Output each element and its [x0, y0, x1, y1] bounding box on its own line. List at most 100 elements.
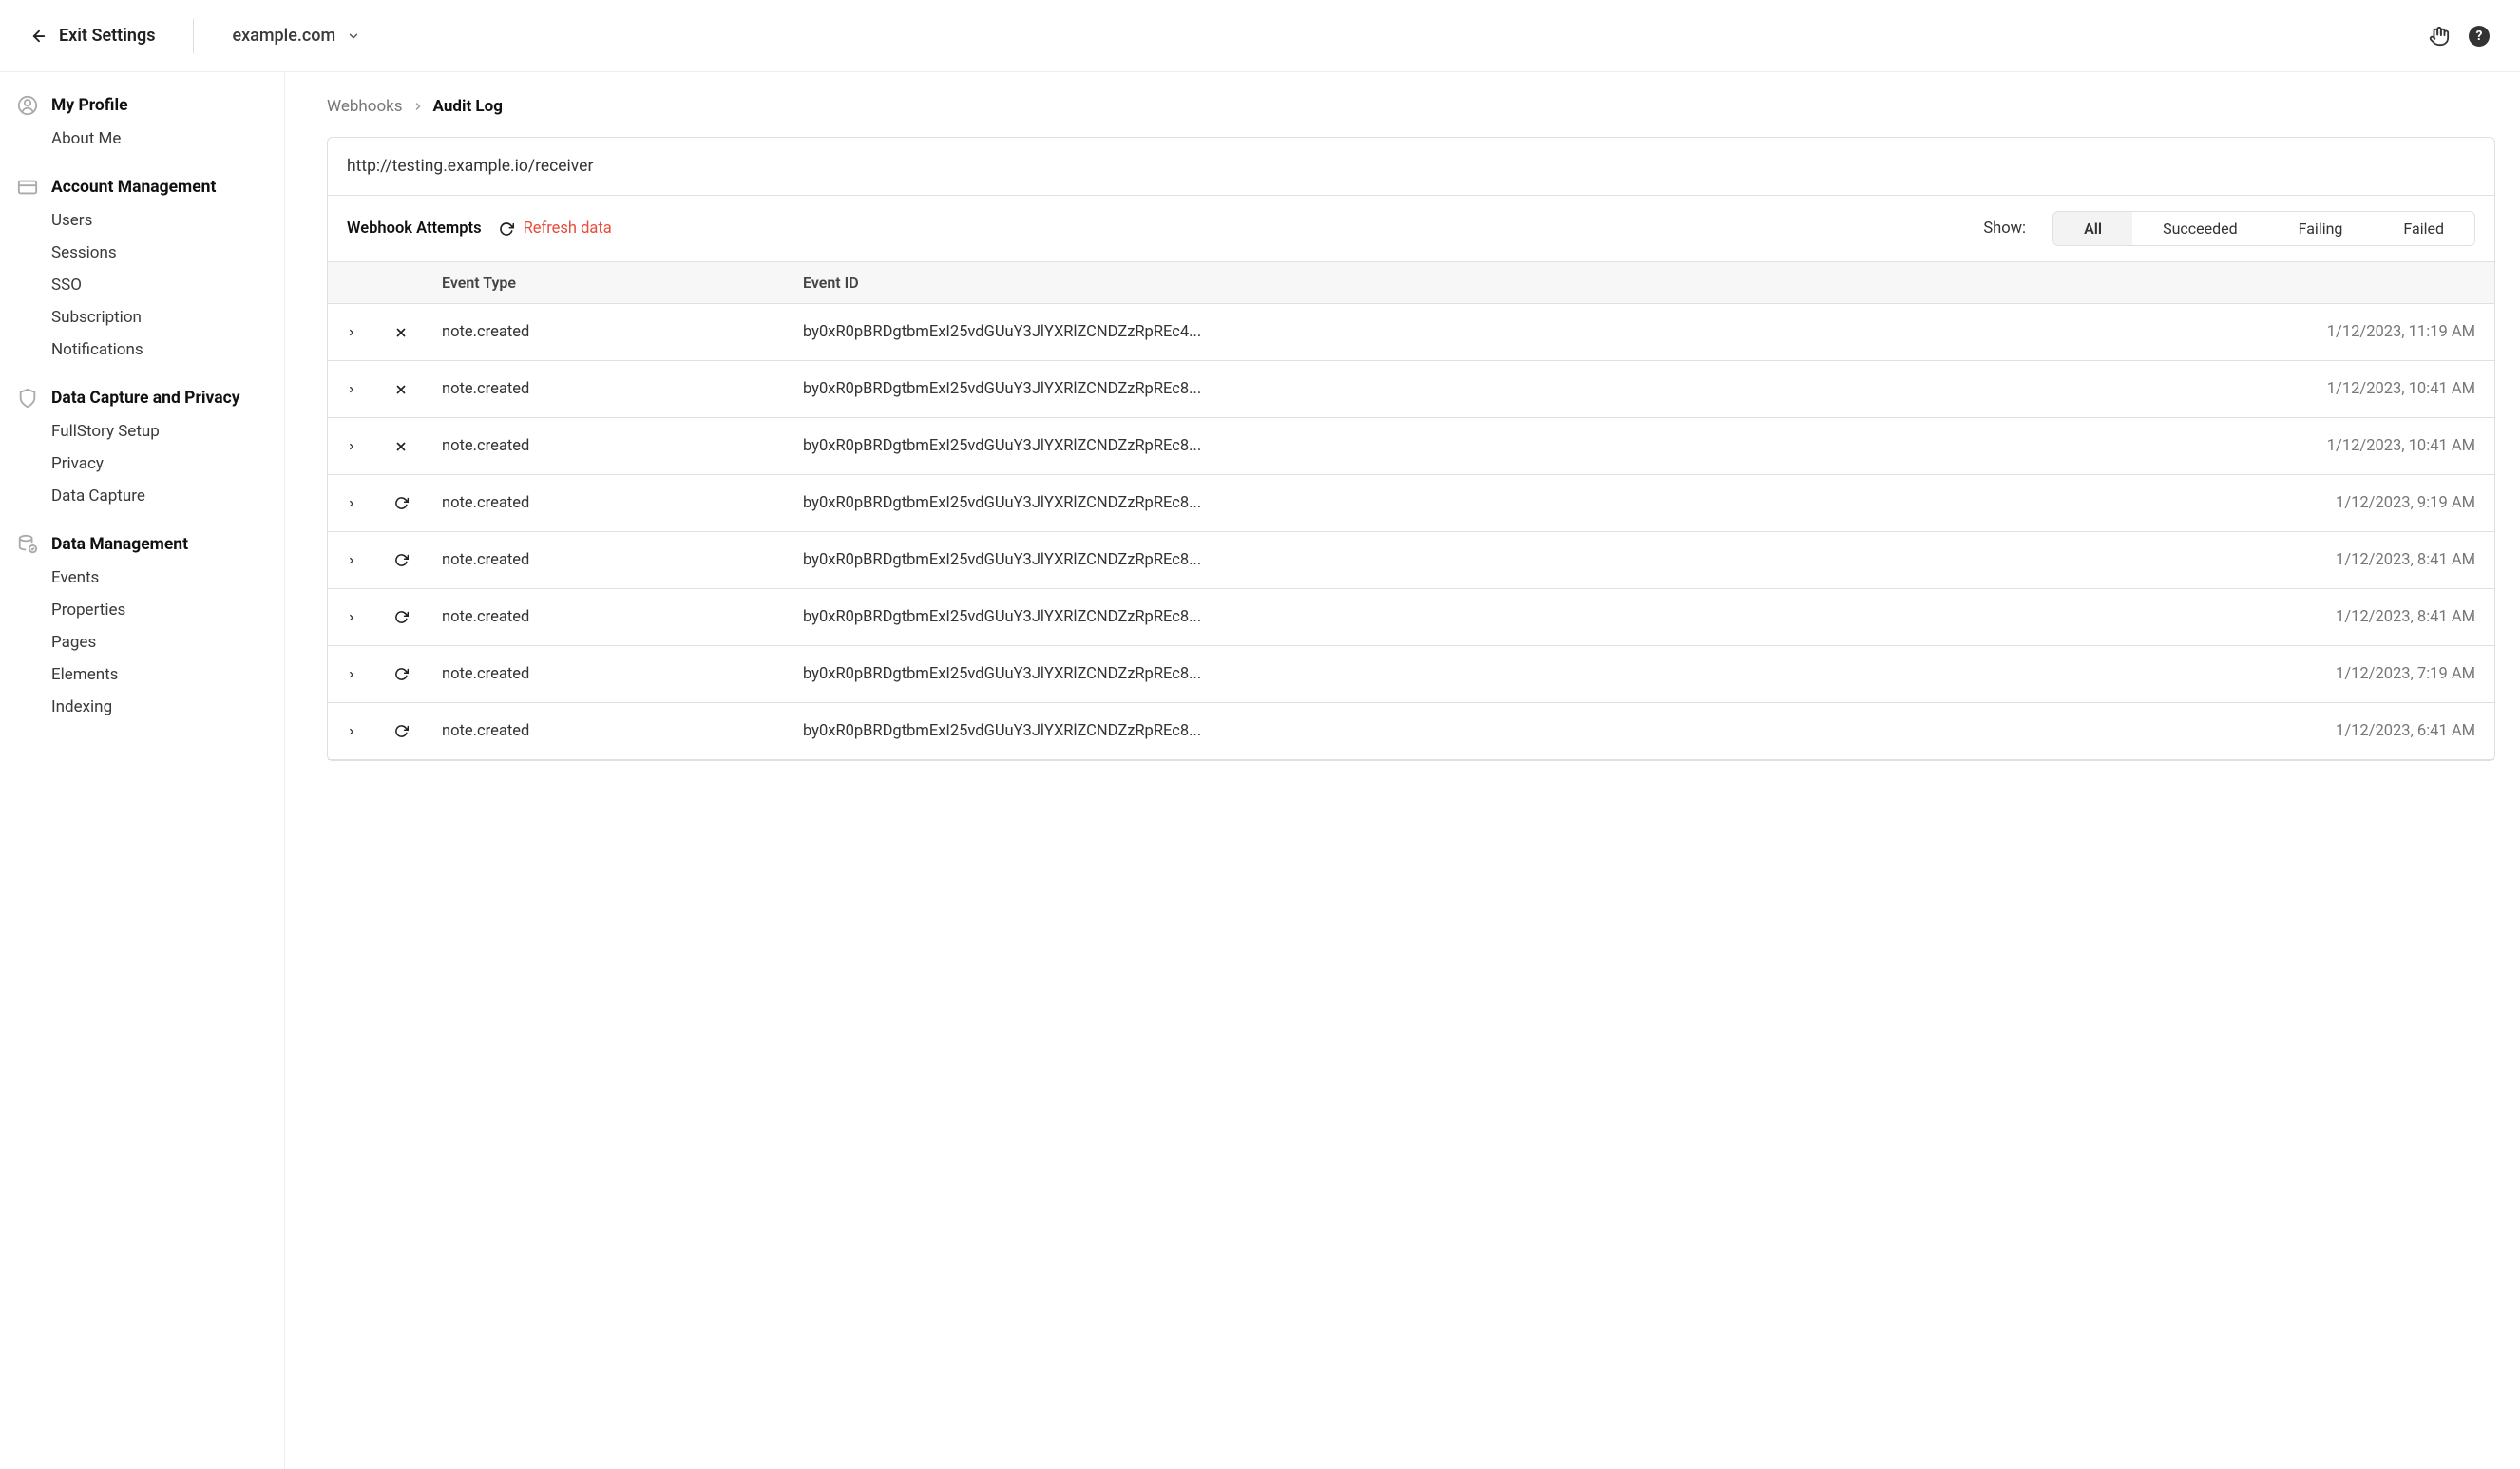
sidebar-item-notifications[interactable]: Notifications — [51, 340, 267, 359]
row-event-id: by0xR0pBRDgtbmExI25vdGUuY3JlYXRlZCNDZzRp… — [803, 665, 2266, 683]
refresh-label: Refresh data — [524, 219, 612, 238]
sidebar-item-properties[interactable]: Properties — [51, 601, 267, 620]
filter-succeeded[interactable]: Succeeded — [2132, 212, 2268, 245]
row-timestamp: 1/12/2023, 10:41 AM — [2266, 437, 2475, 455]
status-failed-icon — [394, 440, 442, 453]
domain-label: example.com — [232, 26, 335, 46]
row-event-id: by0xR0pBRDgtbmExI25vdGUuY3JlYXRlZCNDZzRp… — [803, 551, 2266, 569]
refresh-icon — [499, 221, 514, 237]
col-event-type: Event Type — [442, 274, 803, 292]
row-event-type: note.created — [442, 722, 803, 740]
expand-row-button[interactable] — [347, 613, 394, 622]
sidebar-item-sessions[interactable]: Sessions — [51, 243, 267, 262]
sidebar-item-subscription[interactable]: Subscription — [51, 308, 267, 327]
col-event-id: Event ID — [803, 274, 2266, 292]
separator — [193, 19, 194, 53]
user-icon — [17, 95, 38, 116]
sidebar-section-title: Data Management — [51, 535, 188, 554]
breadcrumb: Webhooks Audit Log — [327, 97, 2495, 116]
row-timestamp: 1/12/2023, 8:41 AM — [2266, 551, 2475, 569]
status-retry-icon — [394, 667, 442, 681]
table-row: note.createdby0xR0pBRDgtbmExI25vdGUuY3Jl… — [328, 646, 2494, 703]
breadcrumb-parent[interactable]: Webhooks — [327, 97, 403, 116]
expand-row-button[interactable] — [347, 556, 394, 565]
row-event-type: note.created — [442, 665, 803, 683]
sidebar-section-title: Account Management — [51, 178, 216, 197]
sidebar-item-elements[interactable]: Elements — [51, 665, 267, 684]
row-event-id: by0xR0pBRDgtbmExI25vdGUuY3JlYXRlZCNDZzRp… — [803, 608, 2266, 626]
expand-row-button[interactable] — [347, 442, 394, 451]
row-event-id: by0xR0pBRDgtbmExI25vdGUuY3JlYXRlZCNDZzRp… — [803, 380, 2266, 398]
table-header: Event Type Event ID — [328, 261, 2494, 304]
sidebar-section-header: Data Management — [17, 534, 267, 555]
table-row: note.createdby0xR0pBRDgtbmExI25vdGUuY3Jl… — [328, 418, 2494, 475]
card-icon — [17, 177, 38, 198]
sidebar-section-title: My Profile — [51, 96, 128, 115]
row-event-id: by0xR0pBRDgtbmExI25vdGUuY3JlYXRlZCNDZzRp… — [803, 437, 2266, 455]
attempts-label: Webhook Attempts — [347, 219, 482, 238]
table-row: note.createdby0xR0pBRDgtbmExI25vdGUuY3Jl… — [328, 475, 2494, 532]
expand-row-button[interactable] — [347, 670, 394, 679]
sidebar-item-sso[interactable]: SSO — [51, 276, 267, 295]
hand-icon[interactable] — [2429, 26, 2450, 47]
webhook-url: http://testing.example.io/receiver — [328, 138, 2494, 196]
status-retry-icon — [394, 724, 442, 738]
row-event-type: note.created — [442, 380, 803, 398]
controls-bar: Webhook Attempts Refresh data Show: AllS… — [328, 196, 2494, 261]
expand-row-button[interactable] — [347, 385, 394, 394]
exit-settings-button[interactable]: Exit Settings — [30, 26, 155, 46]
row-event-type: note.created — [442, 494, 803, 512]
sidebar-item-users[interactable]: Users — [51, 211, 267, 230]
shield-icon — [17, 388, 38, 409]
filter-all[interactable]: All — [2053, 212, 2132, 245]
help-icon[interactable]: ? — [2469, 26, 2490, 47]
expand-row-button[interactable] — [347, 727, 394, 736]
sidebar-section-header: My Profile — [17, 95, 267, 116]
sidebar-item-indexing[interactable]: Indexing — [51, 697, 267, 716]
filter-failed[interactable]: Failed — [2373, 212, 2474, 245]
table-row: note.createdby0xR0pBRDgtbmExI25vdGUuY3Jl… — [328, 589, 2494, 646]
arrow-left-icon — [30, 28, 48, 45]
chevron-right-icon — [412, 101, 424, 112]
row-event-type: note.created — [442, 551, 803, 569]
chevron-down-icon — [347, 29, 360, 43]
sidebar-item-events[interactable]: Events — [51, 568, 267, 587]
row-event-id: by0xR0pBRDgtbmExI25vdGUuY3JlYXRlZCNDZzRp… — [803, 722, 2266, 740]
top-bar: Exit Settings example.com ? — [0, 0, 2520, 72]
breadcrumb-current: Audit Log — [433, 97, 503, 116]
row-event-id: by0xR0pBRDgtbmExI25vdGUuY3JlYXRlZCNDZzRp… — [803, 494, 2266, 512]
table-row: note.createdby0xR0pBRDgtbmExI25vdGUuY3Jl… — [328, 304, 2494, 361]
row-timestamp: 1/12/2023, 8:41 AM — [2266, 608, 2475, 626]
filter-failing[interactable]: Failing — [2268, 212, 2374, 245]
audit-log-card: http://testing.example.io/receiver Webho… — [327, 137, 2495, 761]
sidebar-item-pages[interactable]: Pages — [51, 633, 267, 652]
expand-row-button[interactable] — [347, 499, 394, 508]
show-label: Show: — [1983, 219, 2026, 238]
row-event-type: note.created — [442, 323, 803, 341]
sidebar-item-privacy[interactable]: Privacy — [51, 454, 267, 473]
expand-row-button[interactable] — [347, 328, 394, 337]
status-failed-icon — [394, 326, 442, 339]
row-event-type: note.created — [442, 608, 803, 626]
sidebar-item-about-me[interactable]: About Me — [51, 129, 267, 148]
status-retry-icon — [394, 610, 442, 624]
sidebar-item-fullstory-setup[interactable]: FullStory Setup — [51, 422, 267, 441]
filter-group: AllSucceededFailingFailed — [2052, 211, 2475, 246]
sidebar: My Profile About Me Account Management User… — [0, 72, 285, 1469]
domain-selector[interactable]: example.com — [232, 26, 360, 46]
status-retry-icon — [394, 553, 442, 567]
sidebar-item-data-capture[interactable]: Data Capture — [51, 486, 267, 506]
status-failed-icon — [394, 383, 442, 396]
exit-settings-label: Exit Settings — [59, 26, 155, 46]
db-icon — [17, 534, 38, 555]
sidebar-section-header: Account Management — [17, 177, 267, 198]
table-row: note.createdby0xR0pBRDgtbmExI25vdGUuY3Jl… — [328, 703, 2494, 760]
main-content: Webhooks Audit Log http://testing.exampl… — [285, 72, 2520, 1469]
row-timestamp: 1/12/2023, 6:41 AM — [2266, 722, 2475, 740]
row-event-id: by0xR0pBRDgtbmExI25vdGUuY3JlYXRlZCNDZzRp… — [803, 323, 2266, 341]
sidebar-section-title: Data Capture and Privacy — [51, 389, 240, 408]
row-event-type: note.created — [442, 437, 803, 455]
refresh-button[interactable]: Refresh data — [499, 219, 612, 238]
table-row: note.createdby0xR0pBRDgtbmExI25vdGUuY3Jl… — [328, 532, 2494, 589]
sidebar-section-header: Data Capture and Privacy — [17, 388, 267, 409]
